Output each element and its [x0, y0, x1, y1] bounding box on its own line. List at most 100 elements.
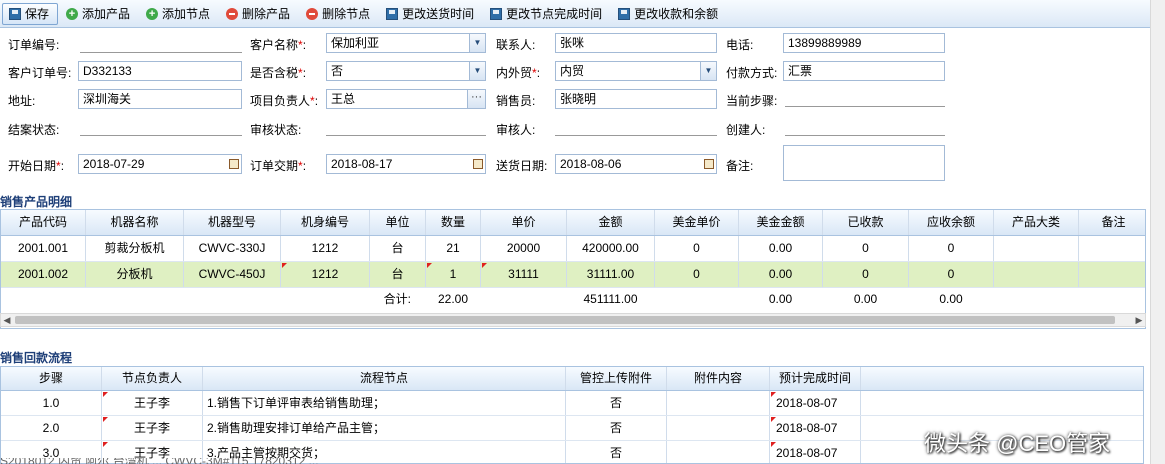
- column-header[interactable]: 金额: [567, 210, 655, 235]
- chevron-down-icon[interactable]: ▼: [700, 62, 716, 80]
- table-cell[interactable]: 否: [566, 391, 667, 415]
- table-cell[interactable]: 1: [426, 262, 481, 287]
- table-cell[interactable]: 0: [655, 262, 739, 287]
- table-cell[interactable]: 2001.001: [1, 236, 86, 261]
- table-cell[interactable]: CWVC-450J: [184, 262, 281, 287]
- customer-select[interactable]: 保加利亚 ▼: [326, 33, 486, 53]
- table-cell[interactable]: 2018-08-07: [770, 416, 861, 440]
- change-delivery-time-button[interactable]: 更改送货时间: [380, 3, 482, 25]
- column-header[interactable]: 已收款: [823, 210, 909, 235]
- delivery-date-picker[interactable]: 2018-08-06: [555, 154, 717, 174]
- table-cell[interactable]: 台: [370, 236, 426, 261]
- phone-field[interactable]: 13899889989: [783, 33, 945, 53]
- table-cell[interactable]: 21: [426, 236, 481, 261]
- table-cell[interactable]: 2018-08-07: [770, 391, 861, 415]
- customer-order-no-field[interactable]: D332133: [78, 61, 242, 81]
- column-header[interactable]: 备注: [1079, 210, 1145, 235]
- column-header[interactable]: 数量: [426, 210, 481, 235]
- column-header[interactable]: 美金金额: [739, 210, 823, 235]
- column-header[interactable]: 流程节点: [203, 367, 566, 390]
- table-cell[interactable]: 2001.002: [1, 262, 86, 287]
- products-horizontal-scrollbar[interactable]: ◀ ▶: [0, 313, 1146, 327]
- column-header[interactable]: 管控上传附件: [566, 367, 667, 390]
- address-field[interactable]: 深圳海关: [78, 89, 242, 109]
- add-product-button[interactable]: + 添加产品: [60, 3, 138, 25]
- due-date-picker[interactable]: 2018-08-17: [326, 154, 486, 174]
- column-header[interactable]: 产品代码: [1, 210, 86, 235]
- pm-picker[interactable]: 王总 ···: [326, 89, 486, 109]
- table-cell[interactable]: 0: [823, 236, 909, 261]
- table-cell[interactable]: 0.00: [739, 236, 823, 261]
- sales-field[interactable]: 张晓明: [555, 89, 717, 109]
- table-cell[interactable]: 31111.00: [567, 262, 655, 287]
- table-row[interactable]: 1.0 王子李 1.销售下订单评审表给销售助理； 否 2018-08-07: [1, 391, 1143, 416]
- add-node-button[interactable]: + 添加节点: [140, 3, 218, 25]
- table-cell[interactable]: [1079, 236, 1145, 261]
- scroll-right-icon[interactable]: ▶: [1133, 314, 1145, 326]
- table-cell[interactable]: 王子李: [102, 391, 203, 415]
- add-node-label: 添加节点: [162, 7, 211, 21]
- table-cell[interactable]: 1212: [281, 262, 370, 287]
- table-cell[interactable]: [994, 262, 1079, 287]
- delete-product-button[interactable]: 删除产品: [220, 3, 298, 25]
- change-node-time-button[interactable]: 更改节点完成时间: [484, 3, 610, 25]
- calendar-icon[interactable]: [229, 159, 239, 169]
- column-header[interactable]: 单位: [370, 210, 426, 235]
- table-cell[interactable]: [667, 416, 770, 440]
- column-header[interactable]: 节点负责人: [102, 367, 203, 390]
- contact-field[interactable]: 张咪: [555, 33, 717, 53]
- column-header[interactable]: 单价: [481, 210, 567, 235]
- chevron-down-icon[interactable]: ▼: [469, 34, 485, 52]
- table-cell[interactable]: 1.0: [1, 391, 102, 415]
- order-no-field[interactable]: [80, 52, 242, 53]
- table-cell[interactable]: [667, 391, 770, 415]
- table-cell[interactable]: 0: [655, 236, 739, 261]
- table-cell[interactable]: CWVC-330J: [184, 236, 281, 261]
- table-cell[interactable]: 420000.00: [567, 236, 655, 261]
- table-cell[interactable]: [994, 236, 1079, 261]
- column-header[interactable]: 预计完成时间: [770, 367, 861, 390]
- chevron-down-icon[interactable]: ▼: [469, 62, 485, 80]
- table-cell[interactable]: 1212: [281, 236, 370, 261]
- table-cell[interactable]: 否: [566, 416, 667, 440]
- table-cell[interactable]: 0: [909, 236, 994, 261]
- table-cell[interactable]: 分板机: [86, 262, 184, 287]
- table-cell[interactable]: 1.销售下订单评审表给销售助理；: [203, 391, 566, 415]
- table-cell[interactable]: 31111: [481, 262, 567, 287]
- table-cell[interactable]: [1079, 262, 1145, 287]
- scroll-left-icon[interactable]: ◀: [1, 314, 13, 326]
- column-header[interactable]: 美金单价: [655, 210, 739, 235]
- table-cell[interactable]: 2.0: [1, 416, 102, 440]
- start-date-picker[interactable]: 2018-07-29: [78, 154, 242, 174]
- table-cell[interactable]: 0: [823, 262, 909, 287]
- remark-textarea[interactable]: [783, 145, 945, 181]
- table-cell[interactable]: 0: [909, 262, 994, 287]
- table-cell[interactable]: 王子李: [102, 416, 203, 440]
- column-header[interactable]: 步骤: [1, 367, 102, 390]
- calendar-icon[interactable]: [473, 159, 483, 169]
- calendar-icon[interactable]: [704, 159, 714, 169]
- table-cell[interactable]: 0.00: [739, 262, 823, 287]
- column-header[interactable]: 应收余额: [909, 210, 994, 235]
- save-button[interactable]: 保存: [2, 2, 59, 25]
- scroll-thumb[interactable]: [15, 316, 1115, 324]
- table-row-selected[interactable]: 2001.002 分板机 CWVC-450J 1212 台 1 31111 31…: [1, 262, 1145, 288]
- tax-select[interactable]: 否 ▼: [326, 61, 486, 81]
- column-header[interactable]: 机器型号: [184, 210, 281, 235]
- table-cell[interactable]: 台: [370, 262, 426, 287]
- column-header[interactable]: 产品大类: [994, 210, 1079, 235]
- more-icon[interactable]: ···: [467, 90, 485, 108]
- table-cell[interactable]: 20000: [481, 236, 567, 261]
- table-cell[interactable]: 2.销售助理安排订单给产品主管；: [203, 416, 566, 440]
- table-cell[interactable]: 剪裁分板机: [86, 236, 184, 261]
- vertical-scrollbar[interactable]: [1150, 0, 1165, 464]
- column-header[interactable]: 机器名称: [86, 210, 184, 235]
- column-header[interactable]: 附件内容: [667, 367, 770, 390]
- trade-select[interactable]: 内贸 ▼: [555, 61, 717, 81]
- delivery-date-label: 送货日期:: [496, 159, 548, 173]
- change-payment-button[interactable]: 更改收款和余额: [612, 3, 726, 25]
- payment-field[interactable]: 汇票: [783, 61, 945, 81]
- delete-node-button[interactable]: 删除节点: [300, 3, 378, 25]
- column-header[interactable]: 机身编号: [281, 210, 370, 235]
- table-row[interactable]: 2001.001 剪裁分板机 CWVC-330J 1212 台 21 20000…: [1, 236, 1145, 262]
